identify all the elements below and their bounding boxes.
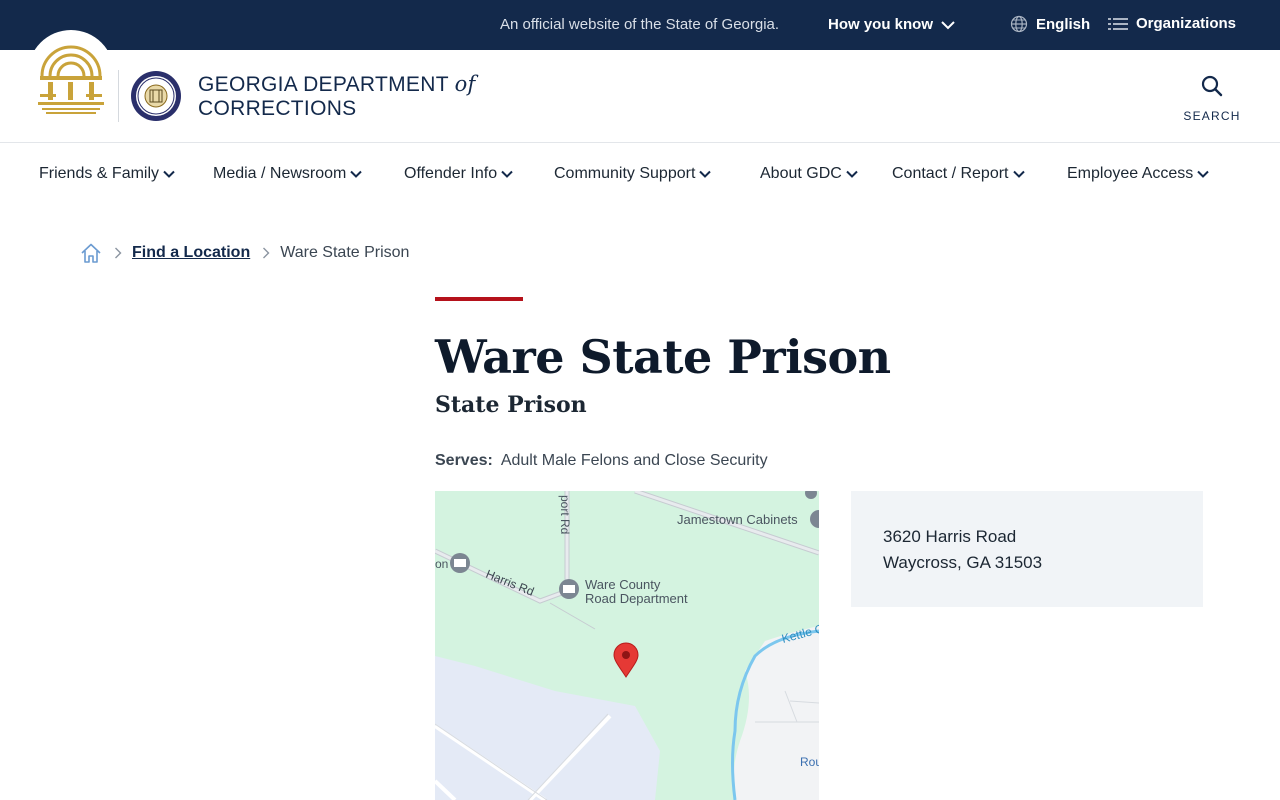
home-icon[interactable] [80,242,102,264]
main-navigation: Friends & Family Media / Newsroom Offend… [0,143,1280,205]
official-gov-banner: An official website of the State of Geor… [0,0,1280,50]
chevron-down-icon [350,170,363,178]
nav-community-support[interactable]: Community Support [554,165,712,183]
nav-offender-info[interactable]: Offender Info [404,165,513,183]
address-card: 3620 Harris Road Waycross, GA 31503 [851,491,1203,607]
nav-label: Employee Access [1067,165,1194,182]
official-website-text: An official website of the State of Geor… [500,16,780,33]
page-subtitle: State Prison [435,392,587,418]
nav-media-newsroom[interactable]: Media / Newsroom [213,165,363,183]
map-label-port-rd: port Rd [558,495,572,534]
chevron-down-icon [846,170,858,178]
gdc-department-seal-logo[interactable] [130,70,182,122]
nav-label: Media / Newsroom [213,165,347,182]
map-label-rou: Rou [800,755,819,769]
nav-label: Community Support [554,165,696,182]
globe-icon [1010,15,1028,33]
serves-info: Serves: Adult Male Felons and Close Secur… [435,452,768,470]
nav-employee-access[interactable]: Employee Access [1067,165,1209,183]
nav-contact-report[interactable]: Contact / Report [892,165,1025,183]
chevron-right-icon [263,247,270,259]
serves-value: Adult Male Felons and Close Security [500,452,768,469]
how-you-know-label: How you know [828,16,933,33]
nav-about-gdc[interactable]: About GDC [760,165,858,183]
site-header: GEORGIA DEPARTMENT of CORRECTIONS SEARCH [0,30,1280,143]
organizations-link[interactable]: Organizations [1108,15,1236,32]
language-selector[interactable]: English [1010,15,1090,33]
chevron-down-icon [1197,170,1209,178]
nav-label: Contact / Report [892,165,1009,182]
breadcrumb-find-location-link[interactable]: Find a Location [132,244,250,262]
brand-of: of [454,72,476,96]
title-accent-bar [435,297,523,301]
nav-friends-family[interactable]: Friends & Family [39,165,175,183]
how-you-know-toggle[interactable]: How you know [828,16,955,33]
search-label: SEARCH [1183,109,1241,123]
serves-label: Serves: [435,452,493,469]
map-poi-marker[interactable] [450,553,470,573]
site-brand-title[interactable]: GEORGIA DEPARTMENT of CORRECTIONS [198,72,476,121]
page-title: Ware State Prison [435,330,891,384]
chevron-down-icon [163,170,175,178]
chevron-down-icon [699,170,712,178]
map-poi-marker[interactable] [559,579,579,599]
brand-line-2: CORRECTIONS [198,97,357,120]
address-line-2: Waycross, GA 31503 [883,553,1043,572]
chevron-down-icon [501,170,513,178]
chevron-down-icon [1012,170,1025,178]
location-map[interactable]: port Rd Harris Rd on Jamestown Cabinets … [435,491,819,800]
map-canvas[interactable]: port Rd Harris Rd on Jamestown Cabinets … [435,491,819,800]
map-label-ware-county-2: Road Department [585,591,688,606]
map-label-on: on [435,557,448,571]
brand-line-1: GEORGIA DEPARTMENT [198,73,449,96]
breadcrumb-current: Ware State Prison [280,244,410,261]
search-icon [1201,75,1223,97]
georgia-state-seal-logo[interactable] [36,40,106,116]
list-icon [1108,17,1128,30]
map-label-ware-county-1: Ware County [585,577,661,592]
map-label-jamestown: Jamestown Cabinets [677,512,798,527]
nav-label: Offender Info [404,165,498,182]
logo-divider [118,70,119,122]
search-button[interactable]: SEARCH [1180,74,1244,123]
address-line-1: 3620 Harris Road [883,527,1017,546]
nav-label: About GDC [760,165,842,182]
language-label: English [1036,15,1091,33]
organizations-label: Organizations [1136,15,1237,32]
nav-label: Friends & Family [39,165,160,182]
chevron-down-icon [941,20,955,29]
breadcrumb: Find a Location Ware State Prison [80,242,409,264]
chevron-right-icon [115,247,122,259]
